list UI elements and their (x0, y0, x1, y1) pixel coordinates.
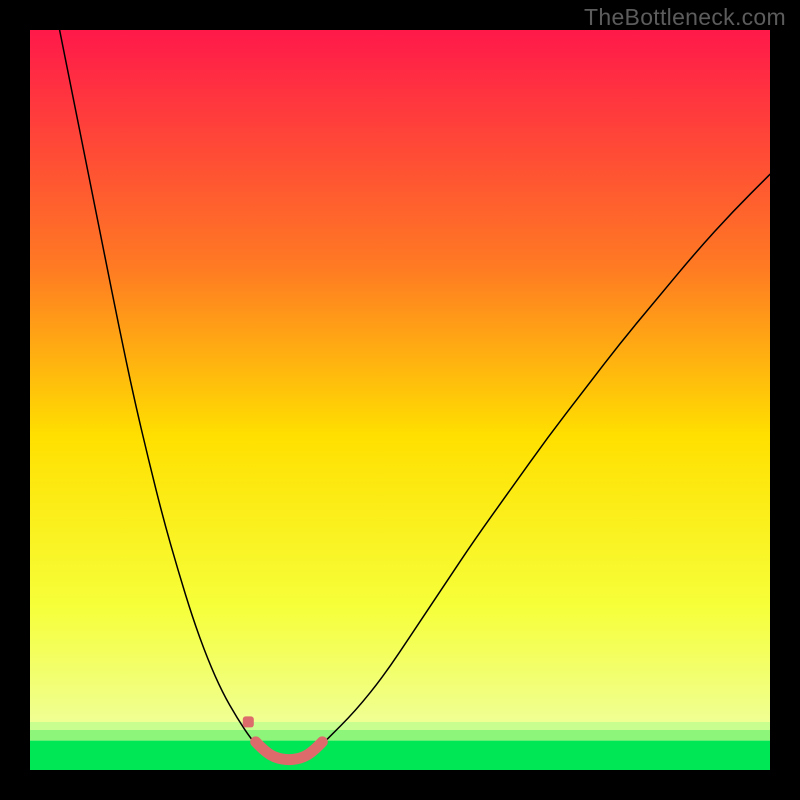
bottom-fade2 (30, 722, 770, 730)
series-marker-dot-point (243, 716, 254, 727)
bottom-green-band (30, 740, 770, 770)
plot-area (30, 30, 770, 770)
chart-frame: TheBottleneck.com (0, 0, 800, 800)
bottom-fade (30, 730, 770, 740)
gradient-background (30, 30, 770, 770)
watermark-label: TheBottleneck.com (584, 4, 786, 31)
plot-svg (30, 30, 770, 770)
